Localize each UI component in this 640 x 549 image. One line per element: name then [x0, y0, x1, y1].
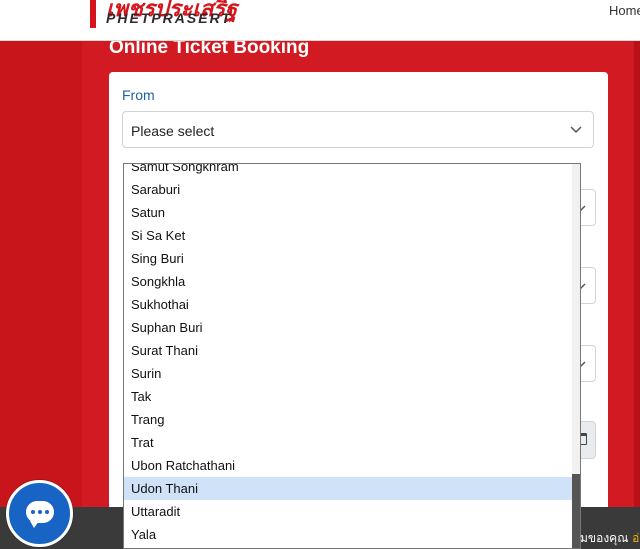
- nav-home-link[interactable]: Home: [609, 3, 640, 18]
- dropdown-options: Samut Songkhram Saraburi Satun Si Sa Ket Sin…: [124, 164, 580, 546]
- chat-dot: [38, 510, 42, 514]
- dropdown-option[interactable]: Trat: [124, 431, 580, 454]
- chat-bubble-icon: [26, 501, 54, 528]
- dropdown-option[interactable]: Tak: [124, 385, 580, 408]
- logo-english-text[interactable]: PHETPRASERT: [106, 10, 232, 26]
- dropdown-option[interactable]: Satun: [124, 201, 580, 224]
- cookie-consent-text: มของคุณ อ่: [580, 529, 639, 548]
- dropdown-scroll-thumb[interactable]: [572, 474, 580, 548]
- dropdown-option[interactable]: Sukhothai: [124, 293, 580, 316]
- background-right-stripe: [634, 40, 640, 549]
- dropdown-option[interactable]: Suphan Buri: [124, 316, 580, 339]
- dropdown-option[interactable]: Surin: [124, 362, 580, 385]
- logo-mark: [90, 0, 96, 28]
- consent-text: มของคุณ: [580, 531, 629, 545]
- dropdown-option[interactable]: Saraburi: [124, 178, 580, 201]
- dropdown-option[interactable]: Songkhla: [124, 270, 580, 293]
- consent-read-more-link[interactable]: อ่: [632, 531, 639, 545]
- chat-dot: [45, 510, 49, 514]
- dropdown-option[interactable]: Sing Buri: [124, 247, 580, 270]
- background-left: [0, 40, 82, 549]
- from-select[interactable]: Please select: [122, 111, 594, 148]
- dropdown-option[interactable]: Samut Songkhram: [124, 164, 580, 178]
- dropdown-option[interactable]: Yala: [124, 523, 580, 546]
- from-select-value: Please select: [131, 123, 215, 139]
- dropdown-option[interactable]: Ubon Ratchathani: [124, 454, 580, 477]
- dropdown-option[interactable]: Udon Thani: [124, 477, 580, 500]
- dropdown-option[interactable]: Trang: [124, 408, 580, 431]
- chat-button[interactable]: [6, 480, 73, 547]
- chat-dot: [31, 510, 35, 514]
- from-dropdown-list[interactable]: Samut Songkhram Saraburi Satun Si Sa Ket Sin…: [123, 163, 581, 549]
- chevron-down-icon: [570, 126, 582, 134]
- dropdown-option[interactable]: Uttaradit: [124, 500, 580, 523]
- from-label: From: [122, 87, 155, 103]
- dropdown-scrollbar[interactable]: [572, 164, 580, 548]
- dropdown-option[interactable]: Si Sa Ket: [124, 224, 580, 247]
- dropdown-option[interactable]: Surat Thani: [124, 339, 580, 362]
- site-header: เพชรประเสริฐ PHETPRASERT Home: [0, 0, 640, 41]
